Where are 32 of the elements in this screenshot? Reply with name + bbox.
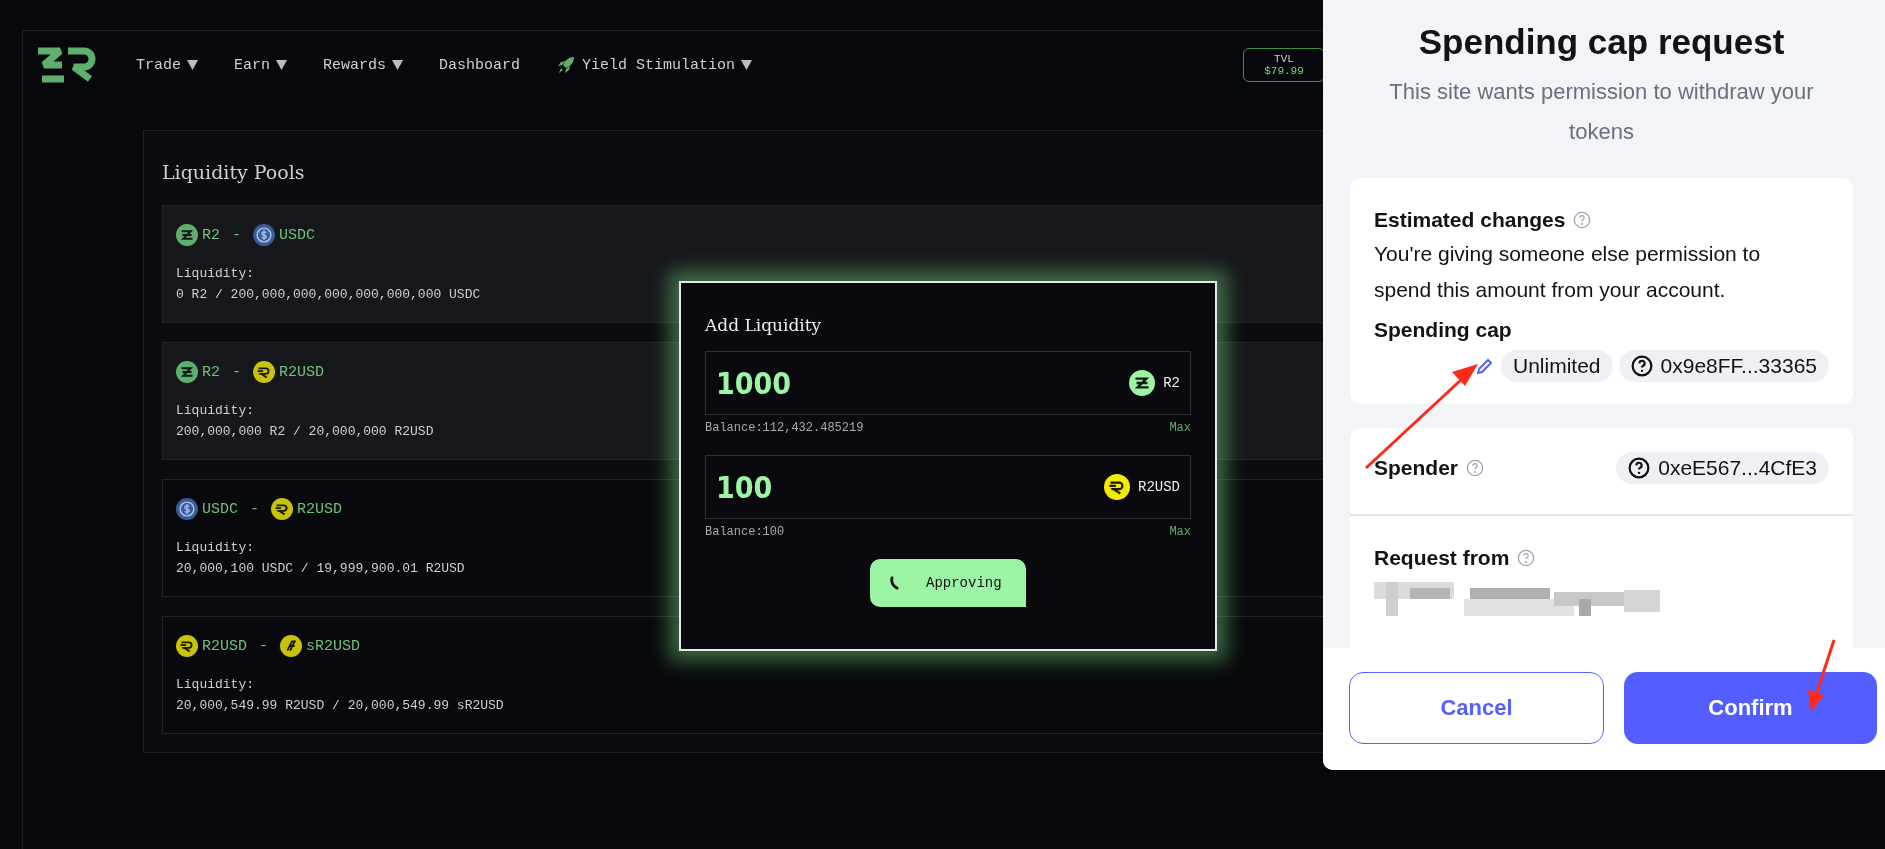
token-symbol: R2USD <box>279 363 325 381</box>
description-text: You're giving someone else permission to spend this amount from your account. <box>1374 241 1762 303</box>
liquidity-value: 20,000,549.99 R2USD / 20,000,549.99 sR2USD <box>176 698 504 713</box>
pair-separator: - <box>259 637 269 655</box>
balance-text: Balance:112,432.485219 <box>705 421 864 435</box>
section-heading: Estimated changes <box>1374 208 1566 232</box>
liquidity-label: Liquidity: <box>176 677 254 692</box>
tvl-value: $79.99 <box>1264 65 1304 77</box>
pair-separator: - <box>250 500 260 518</box>
balance-text: Balance:100 <box>705 525 785 539</box>
section-heading: Spending cap <box>1374 318 1512 342</box>
liquidity-value: 0 R2 / 200,000,000,000,000,000,000 USDC <box>176 287 481 302</box>
section-title: Liquidity Pools <box>162 161 306 183</box>
liquidity-label: Liquidity: <box>176 540 254 555</box>
pair-separator: - <box>232 363 242 381</box>
panel-subtitle: This site wants permission to withdraw your tokens <box>1388 78 1815 146</box>
liquidity-value: 20,000,100 USDC / 19,999,900.01 R2USD <box>176 561 465 576</box>
panel-title: Spending cap request <box>1417 22 1786 62</box>
liquidity-label: Liquidity: <box>176 403 254 418</box>
token-symbol: sR2USD <box>306 637 361 655</box>
token-symbol: R2 <box>202 226 220 244</box>
row-label: Request from <box>1374 546 1510 570</box>
liquidity-value: 200,000,000 R2 / 20,000,000 R2USD <box>176 424 434 439</box>
token-symbol: R2 <box>202 363 220 381</box>
pair-separator: - <box>232 226 242 244</box>
token-symbol: USDC <box>202 500 238 518</box>
token-symbol: USDC <box>279 226 316 244</box>
token-symbol: R2USD <box>297 500 343 518</box>
token-symbol: R2USD <box>202 637 247 655</box>
tvl-label: TVL <box>1274 53 1294 65</box>
row-label: Spender <box>1374 456 1459 480</box>
liquidity-label: Liquidity: <box>176 266 254 281</box>
